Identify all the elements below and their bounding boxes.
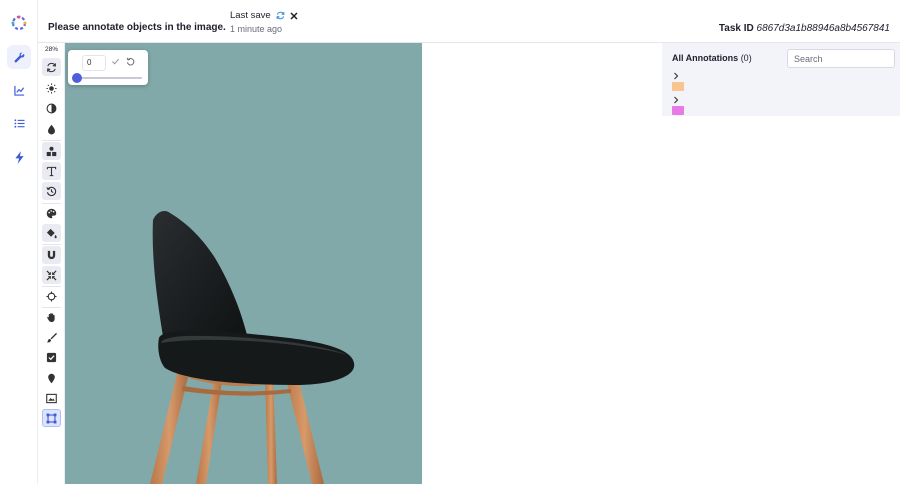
crosshair-icon (46, 290, 57, 302)
contrast-icon (46, 103, 57, 113)
tool-saturation[interactable] (42, 120, 61, 138)
droplet-icon (48, 124, 55, 134)
image-frame-icon (46, 393, 57, 403)
chart-line-icon (13, 85, 24, 96)
map-pin-icon (48, 373, 55, 383)
tool-checkbox[interactable] (42, 348, 61, 366)
search-input[interactable] (787, 49, 895, 68)
tool-history[interactable] (42, 182, 61, 200)
list-icon (13, 118, 25, 128)
collapse-icon (46, 269, 57, 281)
save-status: Last save 1 minute ago (230, 10, 298, 34)
toolbar-divider (42, 244, 61, 245)
last-save-label: Last save (230, 10, 271, 21)
tool-contrast[interactable] (42, 99, 61, 117)
refresh-icon[interactable] (276, 11, 285, 20)
chair-image (150, 211, 355, 484)
tool-palette[interactable] (42, 204, 61, 222)
tool-bounding-box[interactable] (42, 409, 61, 427)
last-save-time: 1 minute ago (230, 24, 283, 34)
tool-pan[interactable] (42, 308, 61, 326)
lightning-icon (14, 150, 24, 164)
nav-wrench[interactable] (7, 45, 31, 69)
task-id: Task ID 6867d3a1b88946a8b4567841 (719, 23, 890, 34)
left-nav-rail (0, 0, 38, 484)
nav-automation[interactable] (7, 145, 31, 169)
history-icon (46, 186, 57, 196)
annotations-count: (0) (740, 53, 752, 63)
zoom-level: 28% (44, 46, 58, 53)
nav-list[interactable] (7, 111, 31, 135)
checkbox-icon (46, 352, 57, 362)
color-swatch (672, 106, 684, 115)
shapes-icon (46, 146, 57, 156)
check-icon[interactable] (111, 57, 120, 66)
magnet-icon (47, 250, 56, 259)
hand-icon (47, 312, 55, 322)
adjust-popover: 0 (68, 50, 148, 85)
brightness-icon (46, 82, 57, 94)
toolbar-divider (42, 140, 61, 141)
adjust-value-input[interactable]: 0 (82, 55, 106, 71)
annotations-title: All Annotations (672, 53, 739, 63)
tool-rotate[interactable] (42, 58, 61, 76)
color-swatch (672, 82, 684, 91)
adjust-slider-track[interactable] (74, 77, 142, 79)
annotation-app: Please annotate objects in the image. La… (0, 0, 900, 484)
close-icon[interactable] (290, 11, 298, 20)
task-id-value: 6867d3a1b88946a8b4567841 (756, 23, 890, 34)
annotation-toolbar: 28% (38, 43, 65, 484)
text-icon (46, 166, 57, 176)
top-header: Please annotate objects in the image. La… (38, 0, 900, 43)
paint-bucket-icon (46, 228, 57, 238)
tool-point[interactable] (42, 369, 61, 387)
wrench-icon (14, 52, 24, 62)
task-instructions: Please annotate objects in the image. (48, 22, 226, 33)
image-canvas[interactable] (65, 43, 422, 484)
tool-collapse[interactable] (42, 266, 61, 284)
tool-brightness[interactable] (42, 79, 61, 97)
adjust-slider-thumb[interactable] (72, 73, 82, 83)
brush-icon (46, 332, 57, 342)
tool-crosshair[interactable] (42, 287, 61, 305)
app-logo[interactable] (11, 15, 27, 31)
chevron-right-icon[interactable] (672, 96, 680, 104)
annotations-panel: All Annotations (0) (662, 43, 900, 116)
tool-brush[interactable] (42, 328, 61, 346)
tool-shapes[interactable] (42, 142, 61, 160)
undo-icon[interactable] (126, 57, 135, 66)
tool-image-box[interactable] (42, 389, 61, 407)
annotations-header: All Annotations (0) (672, 53, 752, 63)
tool-fill[interactable] (42, 224, 61, 242)
bounding-box-icon (46, 413, 57, 423)
chevron-right-icon[interactable] (672, 72, 680, 80)
canvas-empty-area (422, 43, 662, 484)
nav-analytics[interactable] (7, 78, 31, 102)
tool-magnet[interactable] (42, 246, 61, 264)
palette-icon (46, 208, 57, 218)
rotate-icon (47, 62, 56, 72)
tool-text[interactable] (42, 162, 61, 180)
task-id-label: Task ID (718, 23, 754, 34)
